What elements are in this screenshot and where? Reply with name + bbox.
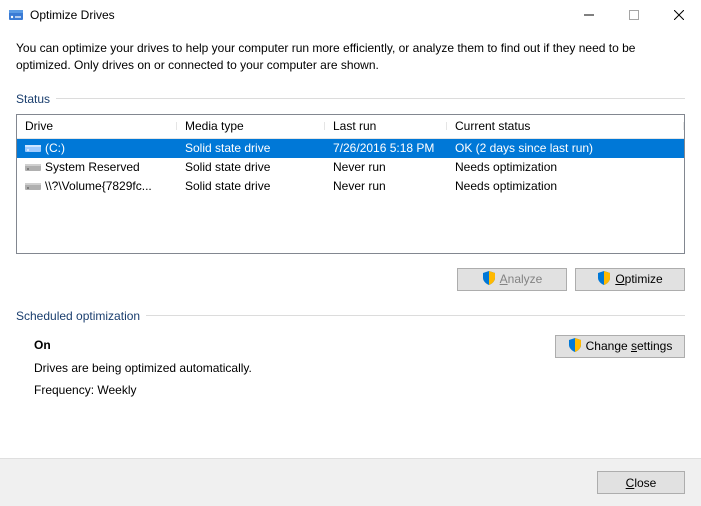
cell-status: Needs optimization xyxy=(447,179,684,193)
cell-last: Never run xyxy=(325,160,447,174)
optimize-label: Optimize xyxy=(615,272,662,286)
scheduled-label-text: Scheduled optimization xyxy=(16,309,140,323)
analyze-label: Analyze xyxy=(500,272,543,286)
list-header: Drive Media type Last run Current status xyxy=(17,115,684,139)
cell-drive: (C:) xyxy=(45,141,65,155)
cell-last: 7/26/2016 5:18 PM xyxy=(325,141,447,155)
col-last[interactable]: Last run xyxy=(325,119,447,133)
optimize-button[interactable]: Optimize xyxy=(575,268,685,291)
intro-text: You can optimize your drives to help you… xyxy=(16,40,685,74)
analyze-button[interactable]: Analyze xyxy=(457,268,567,291)
schedule-line1: Drives are being optimized automatically… xyxy=(34,358,555,380)
table-row[interactable]: (C:) Solid state drive7/26/2016 5:18 PMOK… xyxy=(17,139,684,158)
col-status[interactable]: Current status xyxy=(447,119,684,133)
drive-icon xyxy=(25,161,41,173)
close-button[interactable] xyxy=(656,0,701,30)
cell-media: Solid state drive xyxy=(177,179,325,193)
bottom-bar: Close xyxy=(0,458,701,506)
divider xyxy=(56,98,685,99)
table-row[interactable]: \\?\Volume{7829fc... Solid state driveNev… xyxy=(17,177,684,196)
cell-status: OK (2 days since last run) xyxy=(447,141,684,155)
cell-media: Solid state drive xyxy=(177,141,325,155)
cell-status: Needs optimization xyxy=(447,160,684,174)
window-controls xyxy=(566,0,701,30)
drives-list[interactable]: Drive Media type Last run Current status… xyxy=(16,114,685,254)
status-section-label: Status xyxy=(16,92,685,106)
cell-drive: System Reserved xyxy=(45,160,140,174)
cell-media: Solid state drive xyxy=(177,160,325,174)
action-buttons: Analyze Optimize xyxy=(16,268,685,291)
shield-icon xyxy=(568,338,582,355)
change-settings-label: Change settings xyxy=(586,339,673,353)
minimize-button[interactable] xyxy=(566,0,611,30)
change-settings-button[interactable]: Change settings xyxy=(555,335,685,358)
close-label: Close xyxy=(626,476,657,490)
shield-icon xyxy=(597,271,611,288)
schedule-info: On Drives are being optimized automatica… xyxy=(34,335,555,402)
window-title: Optimize Drives xyxy=(30,8,566,22)
titlebar: Optimize Drives xyxy=(0,0,701,30)
app-icon xyxy=(8,7,24,23)
schedule-state: On xyxy=(34,335,555,357)
table-row[interactable]: System Reserved Solid state driveNever ru… xyxy=(17,158,684,177)
cell-drive: \\?\Volume{7829fc... xyxy=(45,179,152,193)
drive-icon xyxy=(25,142,41,154)
close-dialog-button[interactable]: Close xyxy=(597,471,685,494)
divider xyxy=(146,315,685,316)
schedule-line2: Frequency: Weekly xyxy=(34,380,555,402)
status-label-text: Status xyxy=(16,92,50,106)
cell-last: Never run xyxy=(325,179,447,193)
col-drive[interactable]: Drive xyxy=(17,119,177,133)
col-media[interactable]: Media type xyxy=(177,119,325,133)
drive-icon xyxy=(25,180,41,192)
shield-icon xyxy=(482,271,496,288)
scheduled-section-label: Scheduled optimization xyxy=(16,309,685,323)
maximize-button[interactable] xyxy=(611,0,656,30)
